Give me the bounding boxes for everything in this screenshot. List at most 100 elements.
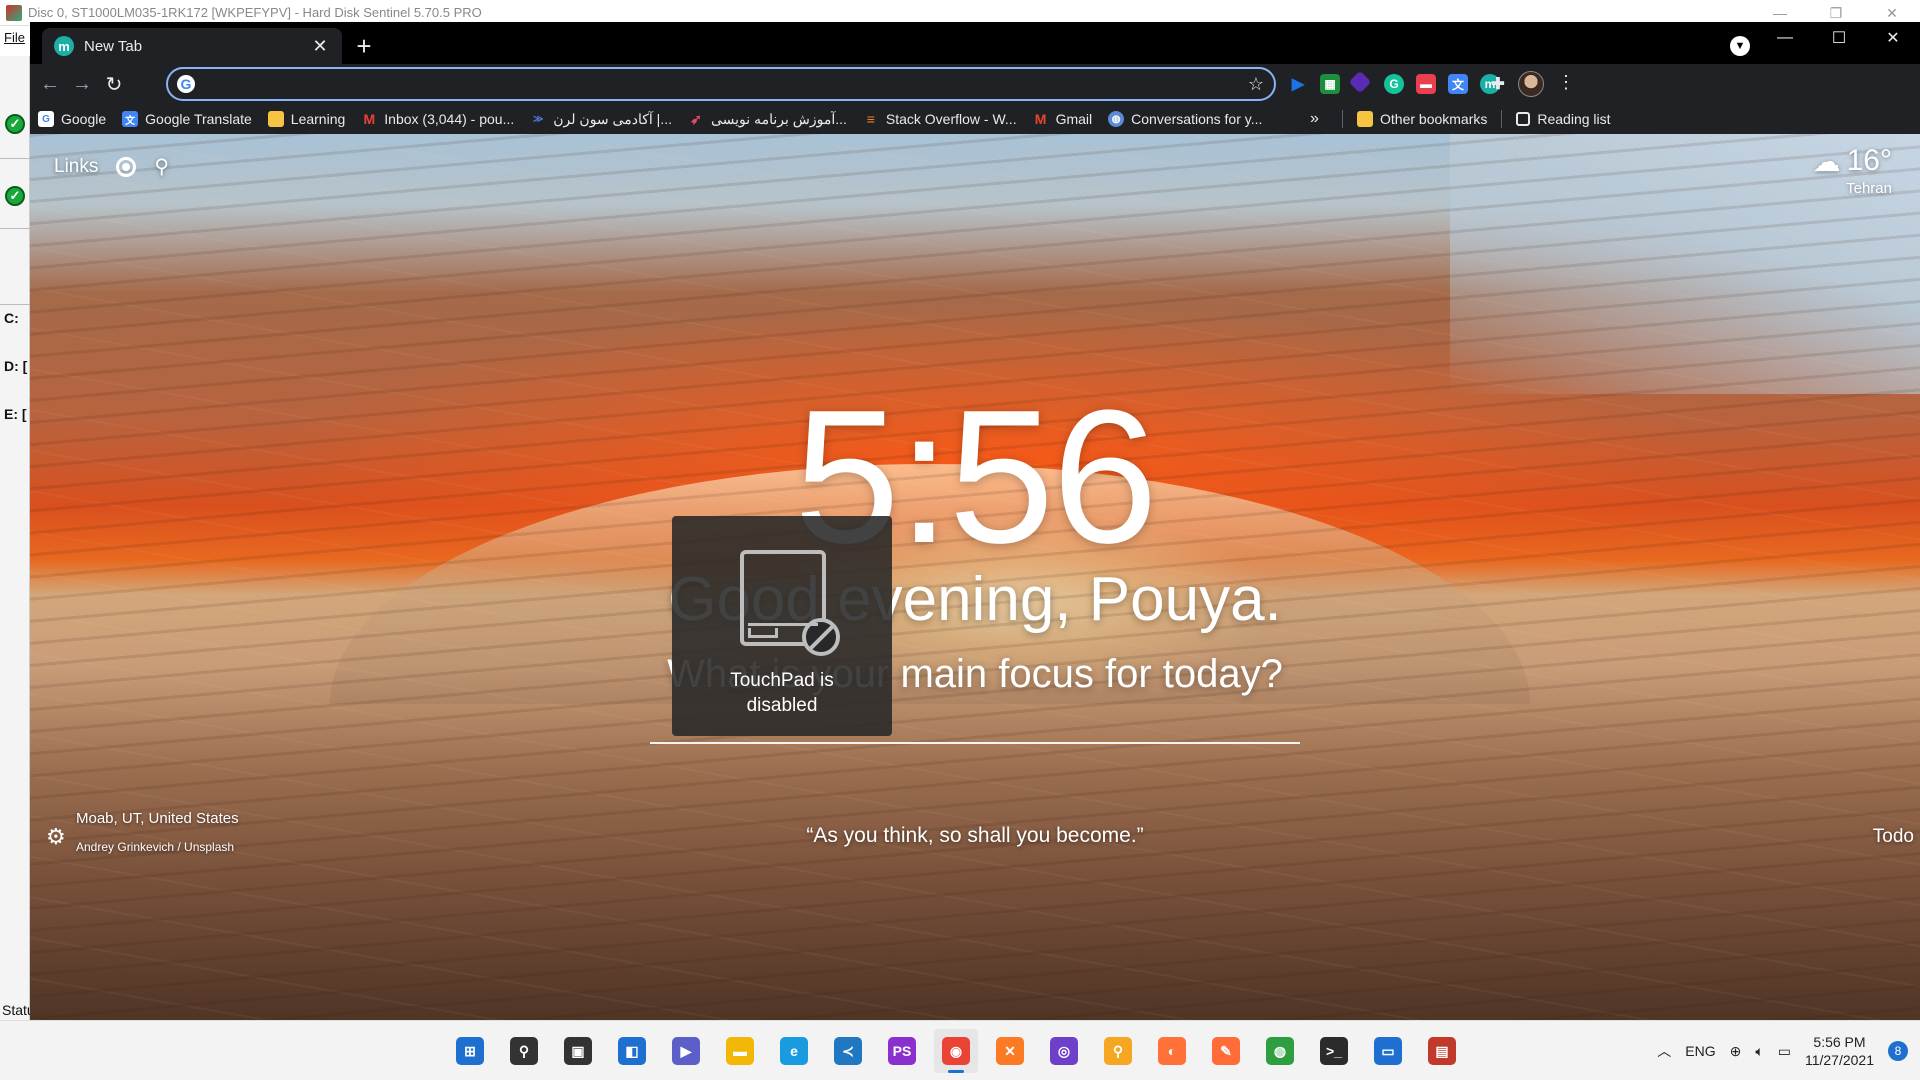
- taskbar-chrome-button[interactable]: ◉: [934, 1029, 978, 1073]
- forward-arrow-icon[interactable]: →: [68, 70, 96, 98]
- taskbar-postman-button[interactable]: ✎: [1204, 1029, 1248, 1073]
- gem-extension-icon[interactable]: [1348, 70, 1372, 94]
- touchpad-disabled-overlay: TouchPad is disabled: [672, 516, 892, 736]
- taskbar-terminal-button[interactable]: >_: [1312, 1029, 1356, 1073]
- google-icon: G: [177, 75, 195, 93]
- cursor-extension-icon[interactable]: ▶: [1288, 74, 1308, 94]
- folder-icon: [1357, 111, 1373, 127]
- address-bar[interactable]: G ☆: [166, 67, 1276, 101]
- new-tab-button[interactable]: +: [350, 31, 378, 61]
- taskbar-explorer-button[interactable]: ▬: [718, 1029, 762, 1073]
- bookmark-inbox[interactable]: M Inbox (3,044) - pou...: [353, 105, 522, 133]
- reading-list-button[interactable]: Reading list: [1508, 105, 1618, 133]
- focus-input[interactable]: [650, 742, 1300, 744]
- taskbar-hd-sentinel-button[interactable]: ▤: [1420, 1029, 1464, 1073]
- drive-d[interactable]: D: [: [4, 358, 27, 374]
- battery-icon[interactable]: ▭: [1778, 1043, 1791, 1060]
- todo-button[interactable]: Todo: [1873, 826, 1914, 848]
- bookmark-label: Inbox (3,044) - pou...: [384, 111, 515, 127]
- terminal-icon: >_: [1320, 1037, 1348, 1065]
- chrome-tab-icon[interactable]: [116, 156, 137, 177]
- taskbar-github-desktop-button[interactable]: ◎: [1042, 1029, 1086, 1073]
- touchpad-message-line2: disabled: [746, 695, 818, 716]
- taskbar-start-button[interactable]: ⊞: [448, 1029, 492, 1073]
- taskbar-search-tool-button[interactable]: ⚲: [1096, 1029, 1140, 1073]
- bookmark-google-translate[interactable]: 文 Google Translate: [114, 105, 260, 133]
- firefox-icon: ◐: [1158, 1037, 1186, 1065]
- postman-icon: ✎: [1212, 1037, 1240, 1065]
- hds-title: Disc 0, ST1000LM035-1RK172 [WKPEFYPV] - …: [28, 5, 482, 20]
- clock-date[interactable]: 5:56 PM 11/27/2021: [1805, 1033, 1874, 1069]
- weather-temperature: 16°: [1846, 144, 1892, 177]
- focus-question: What is your main focus for today?: [667, 652, 1283, 696]
- taskbar-phpstorm-button[interactable]: PS: [880, 1029, 924, 1073]
- bookmark-star-icon[interactable]: ☆: [1248, 74, 1264, 95]
- rocket-icon: ➶: [690, 110, 702, 127]
- bookmark-label: Other bookmarks: [1380, 111, 1488, 127]
- bookmarks-overflow-button[interactable]: »: [1310, 104, 1319, 134]
- drive-c[interactable]: C:: [4, 310, 19, 326]
- folder-icon: ▬: [726, 1037, 754, 1065]
- hds-menu-file[interactable]: File: [0, 30, 30, 45]
- translate-extension-icon[interactable]: 文: [1448, 74, 1468, 94]
- google-icon: G: [38, 111, 54, 127]
- notification-badge[interactable]: 8: [1888, 1041, 1908, 1061]
- back-arrow-icon[interactable]: ←: [36, 70, 64, 98]
- extensions-puzzle-icon[interactable]: ✚: [1488, 74, 1508, 94]
- bookmark-sevenlearn[interactable]: ≫ آکادمی سون لرن |...: [522, 105, 680, 133]
- taskbar-remote-button[interactable]: ▭: [1366, 1029, 1410, 1073]
- chrome-window-controls: — ☐ ✕: [1758, 22, 1920, 54]
- globe-icon: ◍: [1108, 111, 1125, 127]
- other-bookmarks-folder[interactable]: Other bookmarks: [1349, 105, 1495, 133]
- bookmark-gmail[interactable]: M Gmail: [1025, 105, 1101, 133]
- prohibited-icon: [802, 618, 840, 656]
- pocket-extension-icon[interactable]: ▬: [1416, 74, 1436, 94]
- vscode-icon: ≺: [834, 1037, 862, 1065]
- bookmark-google[interactable]: G Google: [30, 105, 114, 133]
- tab-new-tab[interactable]: m New Tab ✕: [42, 28, 342, 64]
- address-input[interactable]: [204, 73, 1234, 95]
- momentum-new-tab-page: Links ⚲ ☁ 16° Tehran 5:56 Good evening, …: [30, 134, 1920, 1020]
- grammarly-icon[interactable]: G: [1384, 74, 1404, 94]
- profile-avatar[interactable]: [1518, 71, 1544, 97]
- edge-icon: e: [780, 1037, 808, 1065]
- chrome-menu-icon[interactable]: ⋮: [1556, 72, 1576, 93]
- search-icon[interactable]: ⚲: [154, 154, 169, 179]
- network-globe-icon[interactable]: ⊕: [1730, 1043, 1742, 1060]
- close-icon[interactable]: ✕: [1866, 22, 1920, 54]
- taskbar-network-button[interactable]: ◍: [1258, 1029, 1302, 1073]
- links-button[interactable]: Links: [54, 156, 98, 178]
- network-icon: ◍: [1266, 1037, 1294, 1065]
- bookmark-learning-folder[interactable]: Learning: [260, 105, 354, 133]
- drive-e[interactable]: E: [: [4, 406, 27, 422]
- weather-widget[interactable]: ☁ 16° Tehran: [1813, 144, 1892, 197]
- tab-search-icon[interactable]: ▼: [1730, 36, 1750, 56]
- taskbar-firefox-button[interactable]: ◐: [1150, 1029, 1194, 1073]
- windows-icon: ⊞: [456, 1037, 484, 1065]
- tab-close-icon[interactable]: ✕: [310, 36, 330, 56]
- github-icon: ◎: [1050, 1037, 1078, 1065]
- taskbar-widgets-button[interactable]: ◧: [610, 1029, 654, 1073]
- magnifier-icon: ⚲: [1104, 1037, 1132, 1065]
- chevron-up-icon[interactable]: ︿: [1657, 1041, 1671, 1061]
- sheets-extension-icon[interactable]: ▦: [1320, 74, 1340, 94]
- language-indicator[interactable]: ENG: [1685, 1043, 1715, 1059]
- bookmark-programming[interactable]: ➶ آموزش برنامه نویسی...: [680, 105, 855, 133]
- reload-icon[interactable]: ↻: [100, 70, 128, 98]
- taskbar-edge-button[interactable]: e: [772, 1029, 816, 1073]
- chrome-icon: ◉: [942, 1037, 970, 1065]
- bookmark-stackoverflow[interactable]: ≡ Stack Overflow - W...: [855, 105, 1025, 133]
- taskbar-task-view-button[interactable]: ▣: [556, 1029, 600, 1073]
- divider: [0, 228, 30, 229]
- taskbar-xampp-button[interactable]: ✕: [988, 1029, 1032, 1073]
- bookmark-conversations[interactable]: ◍ Conversations for y...: [1100, 105, 1270, 133]
- taskbar-vscode-button[interactable]: ≺: [826, 1029, 870, 1073]
- chrome-toolbar: ← → ↻ G ☆ ▶ ▦ G ▬ 文 m ✚ ⋮: [30, 64, 1920, 104]
- reading-list-icon: [1516, 112, 1531, 126]
- volume-icon[interactable]: 🔈︎: [1755, 1043, 1763, 1060]
- system-tray: ︿ ENG ⊕ 🔈︎ ▭ 5:56 PM 11/27/2021 8: [1657, 1021, 1920, 1080]
- minimize-icon[interactable]: —: [1758, 22, 1812, 54]
- maximize-icon[interactable]: ☐: [1812, 22, 1866, 54]
- taskbar-teams-button[interactable]: ▶: [664, 1029, 708, 1073]
- taskbar-search-button[interactable]: ⚲: [502, 1029, 546, 1073]
